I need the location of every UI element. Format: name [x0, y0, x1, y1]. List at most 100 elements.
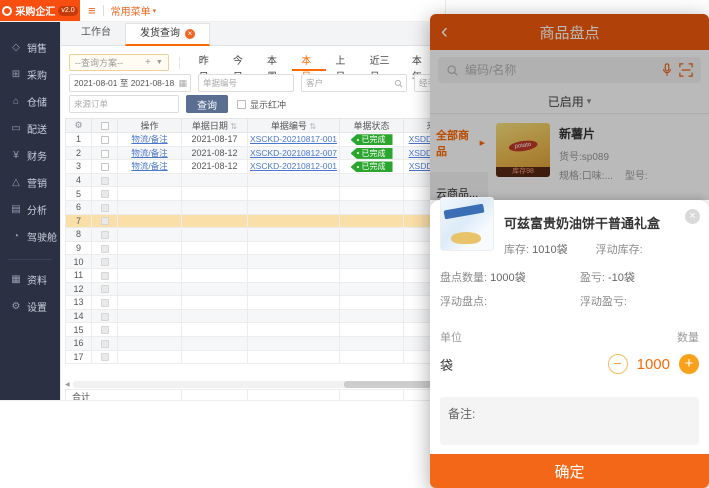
- plus-button[interactable]: +: [679, 354, 699, 374]
- table-row: 5: [66, 187, 446, 201]
- tab-shipping-query[interactable]: 发货查询 ×: [125, 23, 210, 46]
- query-plan-select[interactable]: --查询方案-- + ▼: [69, 54, 169, 71]
- quick-date-filter[interactable]: 近三月: [361, 54, 403, 71]
- sidebar-item[interactable]: △营销: [0, 169, 60, 196]
- close-icon[interactable]: ×: [685, 209, 700, 224]
- divider: [179, 57, 180, 69]
- sidebar-item[interactable]: ▦资料: [0, 266, 60, 293]
- row-checkbox: [101, 217, 109, 225]
- confirm-button[interactable]: 确定: [430, 454, 709, 488]
- doc-number-link[interactable]: XSCKD-20210817-001: [250, 134, 337, 144]
- row-checkbox: [101, 258, 109, 266]
- float-profit-loss-label: 浮动盈亏:: [580, 293, 699, 309]
- version-badge: v2.0: [58, 6, 77, 16]
- row-checkbox[interactable]: [101, 163, 109, 171]
- sort-icon[interactable]: ⇅: [309, 122, 316, 131]
- count-value: 1000袋: [490, 272, 525, 284]
- warehouse-icon: ⌂: [10, 96, 22, 107]
- row-checkbox: [101, 245, 109, 253]
- qty-label: 数量: [677, 329, 699, 345]
- column-header[interactable]: 单据日期 ⇅: [182, 119, 248, 133]
- brand-name: 采购企汇: [15, 3, 55, 18]
- logistics-remark-link[interactable]: 物流/备注: [131, 148, 167, 158]
- remark-input[interactable]: 备注:: [440, 397, 699, 445]
- quick-date-filter[interactable]: 本周: [258, 54, 292, 71]
- row-checkbox[interactable]: [101, 150, 109, 158]
- table-row: 8: [66, 228, 446, 242]
- table-row: 11: [66, 268, 446, 282]
- scrollbar-track[interactable]: [73, 381, 439, 388]
- doc-number-input[interactable]: [198, 74, 294, 92]
- mobile-app-window: ‹ 商品盘点 已启用 ▾: [430, 14, 709, 488]
- sort-icon[interactable]: ⇅: [230, 122, 237, 131]
- gear-icon[interactable]: ⚙: [74, 120, 82, 130]
- sidebar-item[interactable]: ◔驾驶舱: [0, 223, 60, 250]
- search-icon: [394, 79, 403, 88]
- unit-label: 单位: [440, 329, 462, 345]
- sidebar-item[interactable]: ▭配送: [0, 115, 60, 142]
- sidebar-item-label: 分析: [27, 202, 47, 217]
- column-header[interactable]: 单据编号 ⇅: [248, 119, 340, 133]
- sidebar-item-label: 财务: [27, 148, 47, 163]
- dashboard-icon: ◔: [10, 231, 22, 242]
- sidebar-item-label: 仓储: [27, 94, 47, 109]
- unit-value: 袋: [440, 355, 453, 374]
- sidebar-item[interactable]: ¥财务: [0, 142, 60, 169]
- horizontal-scrollbar[interactable]: ◀: [65, 381, 439, 388]
- materials-icon: ▦: [10, 274, 22, 285]
- row-checkbox[interactable]: [101, 136, 109, 144]
- table-row: 13: [66, 296, 446, 310]
- sidebar-item-label: 采购: [27, 67, 47, 82]
- logistics-remark-link[interactable]: 物流/备注: [131, 161, 167, 171]
- divider: [103, 5, 104, 16]
- row-checkbox: [101, 313, 109, 321]
- logistics-remark-link[interactable]: 物流/备注: [131, 134, 167, 144]
- results-table-wrap: ⚙ 操作单据日期 ⇅单据编号 ⇅单据状态来源订单 1物流/备注2021-08-1…: [65, 118, 445, 379]
- scroll-left-icon[interactable]: ◀: [65, 382, 70, 388]
- modal-product-image: [440, 197, 494, 251]
- quick-date-filter[interactable]: 本月: [292, 54, 326, 71]
- add-plan-icon[interactable]: +: [145, 57, 151, 68]
- tab-close-icon[interactable]: ×: [185, 29, 195, 39]
- table-row: 7: [66, 214, 446, 228]
- tab-label: 发货查询: [140, 23, 180, 45]
- common-menu-label: 常用菜单: [111, 3, 151, 18]
- sidebar-item[interactable]: ▤分析: [0, 196, 60, 223]
- menu-collapse-icon[interactable]: ≡: [88, 4, 96, 17]
- row-checkbox: [101, 190, 109, 198]
- count-summary: 盘点数量: 1000袋 盈亏: -10袋 浮动盘点: 浮动盈亏:: [440, 269, 699, 309]
- tab-workbench[interactable]: 工作台: [67, 22, 125, 45]
- doc-number-link[interactable]: XSCKD-20210812-001: [250, 161, 337, 171]
- quick-date-filter[interactable]: 上月: [326, 54, 360, 71]
- doc-number-link[interactable]: XSCKD-20210812-007: [250, 148, 337, 158]
- float-count-label: 浮动盘点:: [440, 293, 580, 309]
- quantity-value[interactable]: 1000: [637, 356, 670, 373]
- sidebar-item[interactable]: ⊞采购: [0, 61, 60, 88]
- table-row: 14: [66, 309, 446, 323]
- modal-backdrop[interactable]: [430, 14, 709, 200]
- show-red-checkbox[interactable]: [237, 100, 246, 109]
- sidebar-item[interactable]: ⚙ 设置: [0, 293, 60, 320]
- sidebar-item[interactable]: ⌂ 仓储: [0, 88, 60, 115]
- customer-input[interactable]: [301, 74, 407, 92]
- stock-label: 库存:: [504, 244, 529, 256]
- sidebar-item-label: 配送: [27, 121, 47, 136]
- logo-icon: [2, 6, 12, 16]
- sidebar-nav: ◇销售⊞采购 ⌂ 仓储 ▭配送¥财务△营销▤分析◔驾驶舱 ▦资料 ⚙ 设置: [0, 22, 60, 400]
- date-range-input[interactable]: [69, 74, 191, 92]
- scrollbar-thumb[interactable]: [344, 381, 439, 388]
- table-row: 4: [66, 173, 446, 187]
- quick-date-filter[interactable]: 今日: [224, 54, 258, 71]
- common-menu-dropdown[interactable]: 常用菜单 ▾: [111, 3, 157, 18]
- sidebar-item-label: 设置: [27, 299, 47, 314]
- select-all-checkbox[interactable]: [101, 122, 109, 130]
- total-label: 合计: [66, 390, 182, 401]
- quick-date-filter[interactable]: 昨日: [190, 54, 224, 71]
- source-order-input[interactable]: [69, 95, 179, 113]
- sidebar-item[interactable]: ◇销售: [0, 34, 60, 61]
- query-button[interactable]: 查询: [186, 95, 228, 113]
- screenshot-canvas: 采购企汇 v2.0 ≡ 常用菜单 ▾ ◇销售⊞采购 ⌂ 仓储 ▭配送¥财务△营销▤分析…: [0, 0, 709, 488]
- settings-gear-icon: ⚙: [10, 301, 22, 312]
- float-stock-label: 浮动库存:: [596, 241, 699, 257]
- minus-button[interactable]: −: [608, 354, 628, 374]
